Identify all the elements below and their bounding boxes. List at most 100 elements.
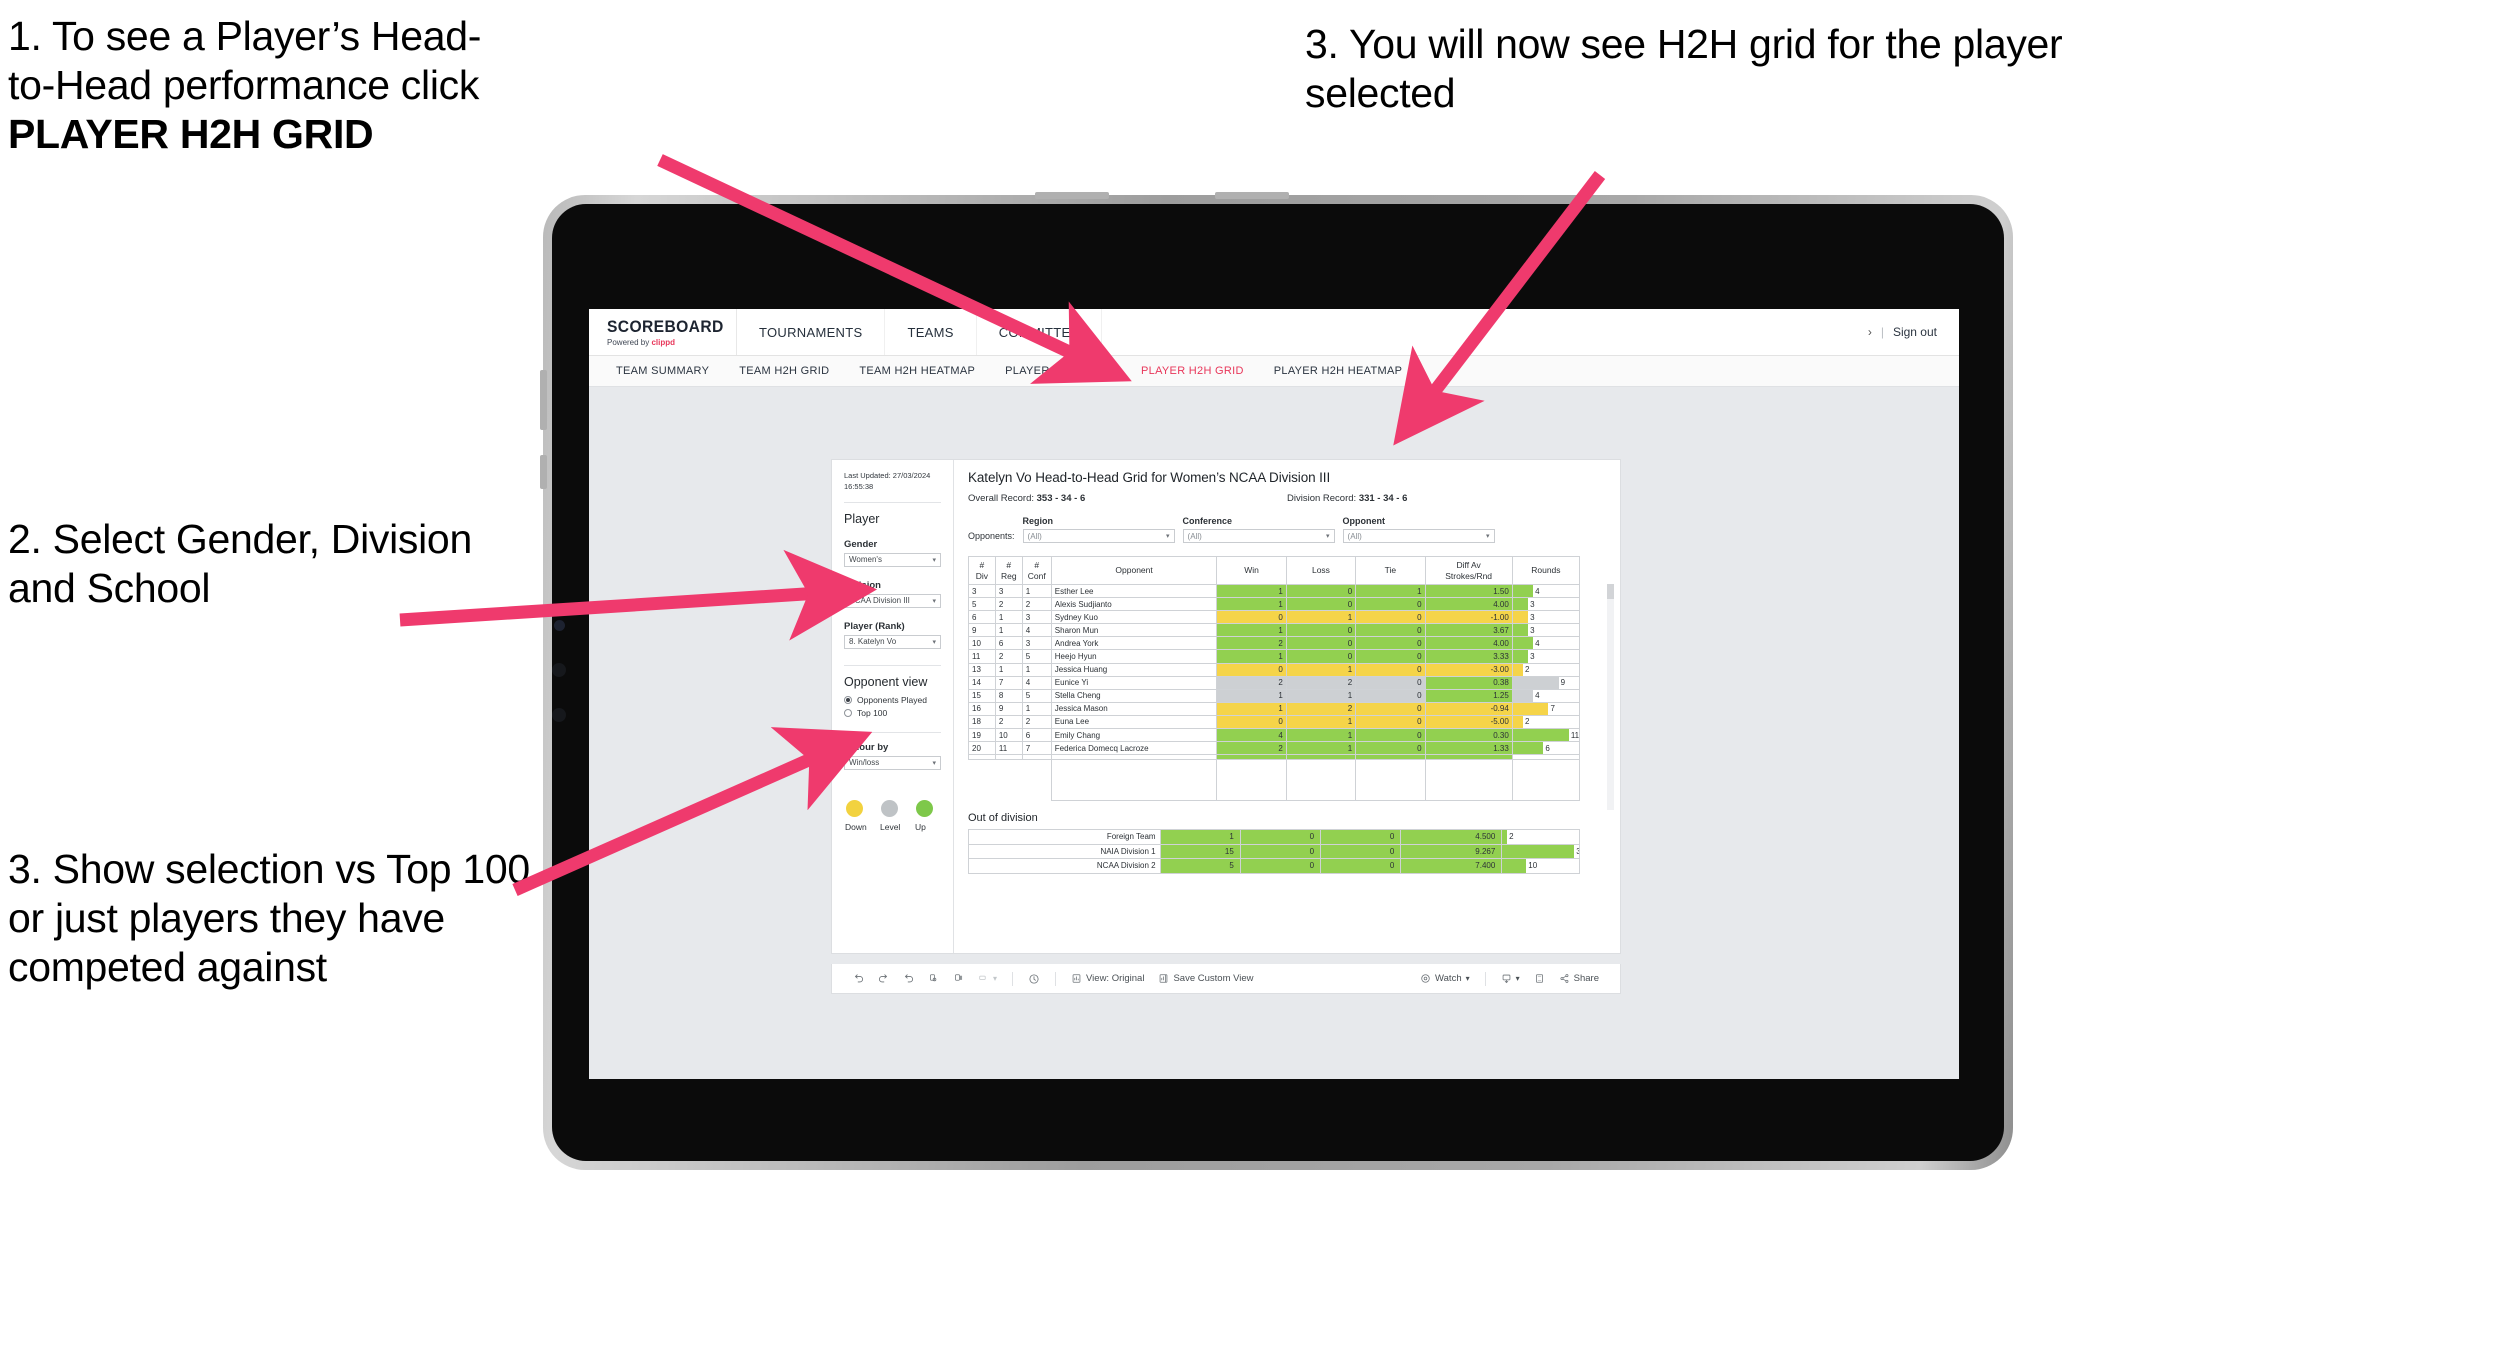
- cell-loss: 2: [1285, 701, 1357, 716]
- share-button[interactable]: Share: [1552, 973, 1606, 984]
- chevron-right-icon[interactable]: ›: [1868, 325, 1872, 339]
- cell-tie: 0: [1355, 623, 1426, 638]
- table-row[interactable]: 10 6 3 Andrea York 2 0 0 4.00 4: [968, 636, 1581, 651]
- opponent-filter-region-select[interactable]: (All) ▾: [1022, 529, 1175, 543]
- tab-team-summary[interactable]: TEAM SUMMARY: [601, 356, 724, 387]
- filter-gender-select[interactable]: Women's ▾: [844, 552, 941, 567]
- view-original-button[interactable]: View: Original: [1064, 973, 1151, 984]
- save-custom-view-label: Save Custom View: [1173, 973, 1254, 984]
- ood-cell-diff: 7.400: [1400, 858, 1503, 874]
- filter-player-rank-select[interactable]: 8. Katelyn Vo ▾: [844, 634, 941, 649]
- filter-gender-label: Gender: [844, 538, 878, 550]
- cell-opponent: Euna Lee: [1050, 714, 1218, 730]
- tab-player-h2h-grid[interactable]: PLAYER H2H GRID: [1126, 356, 1259, 387]
- save-custom-view-button[interactable]: Save Custom View: [1151, 973, 1260, 984]
- rounds-value: 4: [1535, 638, 1540, 648]
- refresh-button[interactable]: [921, 973, 946, 984]
- filter-colour-by-select[interactable]: Win/loss ▾: [844, 755, 941, 770]
- download-button[interactable]: ▾: [1494, 973, 1527, 984]
- legend-label-level: Level: [880, 821, 901, 832]
- table-header-row: # Div # Reg # Conf Opponent Win Loss Tie Di…: [968, 556, 1581, 585]
- table-row[interactable]: 16 9 1 Jessica Mason 1 2 0 -0.94 7: [968, 701, 1581, 716]
- tablet-sensor-icon: [552, 663, 566, 677]
- chevron-down-icon: ▾: [1326, 533, 1330, 540]
- col-diff-l1: Diff Av: [1456, 559, 1481, 570]
- ood-cell-win: 1: [1159, 829, 1241, 845]
- table-row[interactable]: 18 2 2 Euna Lee 0 1 0 -5.00 2: [968, 714, 1581, 730]
- table-row[interactable]: 11 2 5 Heejo Hyun 1 0 0 3.33 3: [968, 649, 1581, 664]
- table-row[interactable]: 19 10 6 Emily Chang 4 1 0 0.30 11: [968, 728, 1581, 743]
- cell-rounds: 7: [1511, 701, 1581, 716]
- rounds-bar: [1502, 859, 1527, 873]
- watch-button[interactable]: Watch ▾: [1413, 973, 1477, 984]
- cell-win: 2: [1216, 741, 1287, 756]
- filter-section-title-player: Player: [844, 511, 880, 526]
- opponent-filter-opponent-select[interactable]: (All) ▾: [1342, 529, 1495, 543]
- h2h-grid-wrapper: # Div # Reg # Conf Opponent Win Loss Tie Di…: [968, 556, 1614, 810]
- cell-opponent: Jessica Huang: [1050, 662, 1218, 677]
- out-of-division-row[interactable]: NAIA Division 115009.26730: [968, 843, 1580, 860]
- nav-item-teams[interactable]: TEAMS: [885, 309, 977, 355]
- cell-win: 0: [1216, 714, 1287, 730]
- table-row[interactable]: 13 1 1 Jessica Huang 0 1 0 -3.00 2: [968, 662, 1581, 677]
- tab-player-h2h-heatmap[interactable]: PLAYER H2H HEATMAP: [1259, 356, 1417, 387]
- rounds-value: 3: [1530, 625, 1535, 635]
- sign-out-link[interactable]: Sign out: [1893, 325, 1937, 339]
- revert-button[interactable]: [896, 973, 921, 984]
- fullscreen-button[interactable]: [1527, 973, 1552, 984]
- cell-tie: 1: [1355, 583, 1426, 599]
- tab-team-h2h-heatmap[interactable]: TEAM H2H HEATMAP: [844, 356, 990, 387]
- table-row[interactable]: 14 7 4 Eunice Yi 2 2 0 0.38 9: [968, 675, 1581, 690]
- view-original-label: View: Original: [1086, 973, 1145, 984]
- scrollbar-thumb[interactable]: [1607, 584, 1614, 599]
- annotation-step-3: 3. Show selection vs Top 100 or just pla…: [8, 846, 541, 990]
- cell-conf: 2: [1021, 714, 1052, 730]
- filter-player-rank: Player (Rank) 8. Katelyn Vo ▾: [844, 621, 941, 649]
- pause-auto-update-button[interactable]: [1021, 973, 1047, 985]
- out-of-division-row[interactable]: Foreign Team 1 0 0 4.500 2: [968, 829, 1580, 845]
- scoreboard-logo[interactable]: SCOREBOARD Powered by clippd: [589, 309, 737, 355]
- table-row[interactable]: 20 11 7 Federica Domecq Lacroze 2 1 0 1.33 6: [968, 741, 1581, 756]
- cell-conf: 1: [1021, 583, 1052, 599]
- table-row[interactable]: 3 3 1 Esther Lee 1 0 1 1.50 4: [968, 583, 1581, 599]
- cell-win: 1: [1216, 688, 1287, 703]
- pause-button[interactable]: [946, 973, 971, 984]
- cell-opponent: Alexis Sudjianto: [1050, 597, 1218, 612]
- table-row[interactable]: 6 1 3 Sydney Kuo 0 1 0 -1.00 3: [968, 610, 1581, 625]
- table-row[interactable]: 15 8 5 Stella Cheng 1 1 0 1.25 4: [968, 688, 1581, 703]
- cell-loss: 1: [1285, 741, 1357, 756]
- ood-cell-name: Foreign Team: [968, 829, 1161, 845]
- rounds-bar: [1513, 677, 1559, 689]
- tablet-camera-icon: [554, 620, 565, 631]
- radio-opponents-played[interactable]: Opponents Played: [844, 695, 941, 705]
- nav-item-tournaments[interactable]: TOURNAMENTS: [737, 309, 886, 355]
- filter-colour-by-label: Colour by: [844, 741, 889, 753]
- tab-player-summary[interactable]: PLAYER SUMMARY: [990, 356, 1126, 387]
- redo-button[interactable]: [871, 973, 896, 984]
- legend-label-up: Up: [915, 821, 926, 832]
- cell-opponent: Sharon Mun: [1050, 623, 1218, 638]
- filter-division-select[interactable]: NCAA Division III ▾: [844, 593, 941, 608]
- rounds-bar: [1513, 664, 1523, 676]
- cell-loss: 0: [1285, 636, 1357, 651]
- rounds-value: 9: [1560, 678, 1566, 688]
- col-reg-l2: Reg: [1000, 570, 1017, 581]
- cell-win: 4: [1216, 728, 1287, 743]
- vertical-scrollbar[interactable]: [1607, 584, 1614, 810]
- cell-opponent: Emily Chang: [1050, 728, 1218, 743]
- opponent-filter-region-label: Region: [1022, 516, 1054, 526]
- opponent-filter-conference-select[interactable]: (All) ▾: [1182, 529, 1335, 543]
- rounds-bar: [1513, 742, 1544, 754]
- cell-conf: 1: [1021, 701, 1052, 716]
- rounds-bar: [1513, 637, 1534, 649]
- cell-win: 1: [1216, 597, 1287, 612]
- radio-top-100[interactable]: Top 100: [844, 708, 941, 718]
- nav-item-committee[interactable]: COMMITTEE: [977, 309, 1103, 355]
- table-row[interactable]: 9 1 4 Sharon Mun 1 0 0 3.67 3: [968, 623, 1581, 638]
- undo-button[interactable]: [846, 973, 871, 984]
- table-row[interactable]: 5 2 2 Alexis Sudjianto 1 0 0 4.00 3: [968, 597, 1581, 612]
- tab-team-h2h-grid[interactable]: TEAM H2H GRID: [724, 356, 844, 387]
- watch-label: Watch: [1435, 973, 1462, 984]
- highlight-button[interactable]: ▾: [971, 973, 1004, 984]
- out-of-division-row[interactable]: NCAA Division 2 5 0 0 7.400 10: [968, 858, 1580, 874]
